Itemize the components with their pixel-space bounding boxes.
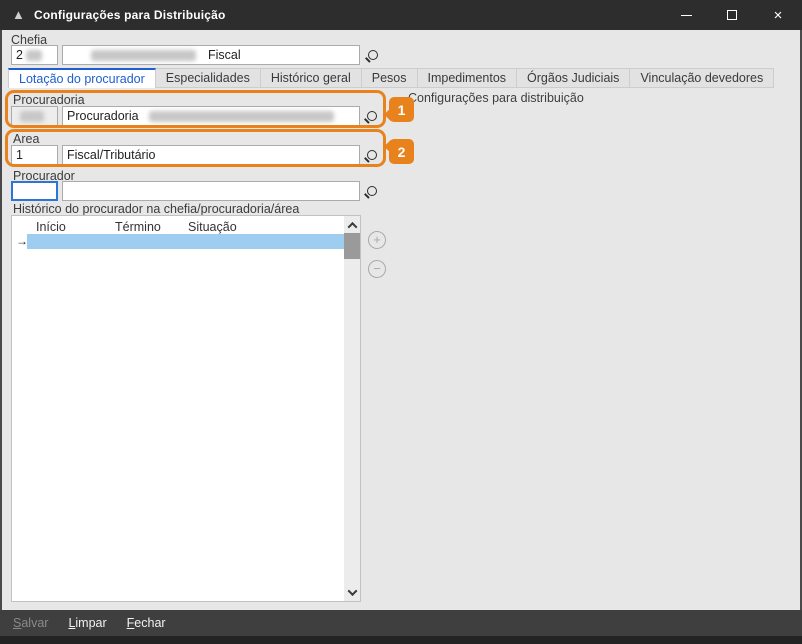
procuradoria-search-button[interactable]: [363, 107, 381, 125]
redacted-text: [91, 50, 196, 61]
procuradoria-label: Procuradoria: [13, 93, 85, 107]
minimize-icon: [681, 15, 692, 16]
area-name-field[interactable]: Fiscal/Tributário: [62, 145, 360, 165]
historico-grid[interactable]: Início Término Situação →: [11, 215, 361, 602]
tab-bar: Lotação do procurador Especialidades His…: [8, 68, 774, 88]
chefia-code-value: 2: [16, 48, 23, 62]
tab-label: Vinculação devedores: [640, 71, 763, 85]
limpar-label-rest: impar: [75, 616, 106, 630]
chefia-code-field[interactable]: 2: [11, 45, 58, 65]
scrollbar-thumb[interactable]: [344, 233, 360, 259]
column-header-situacao: Situação: [188, 220, 237, 234]
chevron-down-icon: [347, 586, 357, 596]
chefia-search-button[interactable]: [364, 46, 382, 64]
tab-label: Especialidades: [166, 71, 250, 85]
procurador-code-field[interactable]: [11, 181, 58, 201]
chefia-name-value: Fiscal: [208, 48, 241, 62]
close-icon: ×: [774, 8, 783, 23]
procurador-search-button[interactable]: [363, 182, 381, 200]
tab-label: Histórico geral: [271, 71, 351, 85]
chefia-name-field[interactable]: Fiscal: [62, 45, 360, 65]
add-row-button[interactable]: +: [368, 231, 386, 249]
tab-vinculacao-devedores[interactable]: Vinculação devedores: [630, 68, 774, 88]
fechar-label-rest: echar: [134, 616, 165, 630]
minus-icon: −: [373, 262, 381, 276]
maximize-button[interactable]: [714, 0, 750, 30]
table-row-selected[interactable]: [27, 234, 344, 249]
historico-label: Histórico do procurador na chefia/procur…: [13, 202, 299, 216]
redacted-text: [26, 50, 42, 61]
annotation-marker-1: 1: [389, 97, 414, 122]
tab-label: Lotação do procurador: [19, 72, 145, 86]
procuradoria-name-field[interactable]: Procuradoria: [62, 106, 360, 126]
procurador-name-field[interactable]: [62, 181, 360, 201]
tab-historico-geral[interactable]: Histórico geral: [261, 68, 362, 88]
tab-label: Pesos: [372, 71, 407, 85]
redacted-text: [20, 111, 44, 122]
tab-label: Órgãos Judiciais: [527, 71, 619, 85]
app-icon: ▲: [12, 7, 25, 23]
column-header-termino: Término: [115, 220, 161, 234]
area-code-field[interactable]: 1: [11, 145, 58, 165]
maximize-icon: [727, 10, 737, 20]
scroll-down-button[interactable]: [344, 584, 360, 600]
minimize-button[interactable]: [668, 0, 704, 30]
title-bar: ▲ Configurações para Distribuição ×: [0, 0, 802, 30]
area-name-value: Fiscal/Tributário: [67, 148, 155, 162]
footer-bar: Salvar Limpar Fechar: [0, 610, 802, 636]
vertical-scrollbar[interactable]: [344, 216, 360, 601]
search-icon: [367, 186, 377, 196]
salvar-button[interactable]: Salvar: [13, 616, 48, 630]
tab-especialidades[interactable]: Especialidades: [156, 68, 261, 88]
area-label: Area: [13, 132, 39, 146]
chevron-up-icon: [347, 221, 357, 231]
area-code-value: 1: [16, 148, 23, 162]
tab-label: Impedimentos: [428, 71, 507, 85]
remove-row-button[interactable]: −: [368, 260, 386, 278]
search-icon: [367, 111, 377, 121]
search-icon: [368, 50, 378, 60]
window-bottom-border: [0, 636, 802, 644]
limpar-button[interactable]: Limpar: [68, 616, 106, 630]
procuradoria-code-field[interactable]: [11, 106, 58, 126]
salvar-label-rest: alvar: [21, 616, 48, 630]
search-icon: [367, 150, 377, 160]
tab-lotacao-do-procurador[interactable]: Lotação do procurador: [8, 68, 156, 88]
plus-icon: +: [373, 233, 381, 247]
marker-number: 1: [398, 102, 406, 118]
marker-number: 2: [398, 144, 406, 160]
procuradoria-name-value: Procuradoria: [67, 109, 139, 123]
tab-pesos[interactable]: Pesos: [362, 68, 418, 88]
dialog-window: ▲ Configurações para Distribuição × Chef…: [0, 0, 802, 644]
window-title: Configurações para Distribuição: [34, 8, 226, 22]
tab-impedimentos[interactable]: Impedimentos: [418, 68, 518, 88]
scroll-up-button[interactable]: [344, 217, 360, 233]
area-search-button[interactable]: [363, 146, 381, 164]
column-header-inicio: Início: [36, 220, 66, 234]
annotation-marker-2: 2: [389, 139, 414, 164]
fechar-button[interactable]: Fechar: [127, 616, 166, 630]
tab-orgaos-judiciais[interactable]: Órgãos Judiciais: [517, 68, 630, 88]
side-panel-title: Configurações para distribuição: [408, 91, 584, 105]
redacted-text: [149, 111, 334, 122]
close-button[interactable]: ×: [760, 0, 796, 30]
